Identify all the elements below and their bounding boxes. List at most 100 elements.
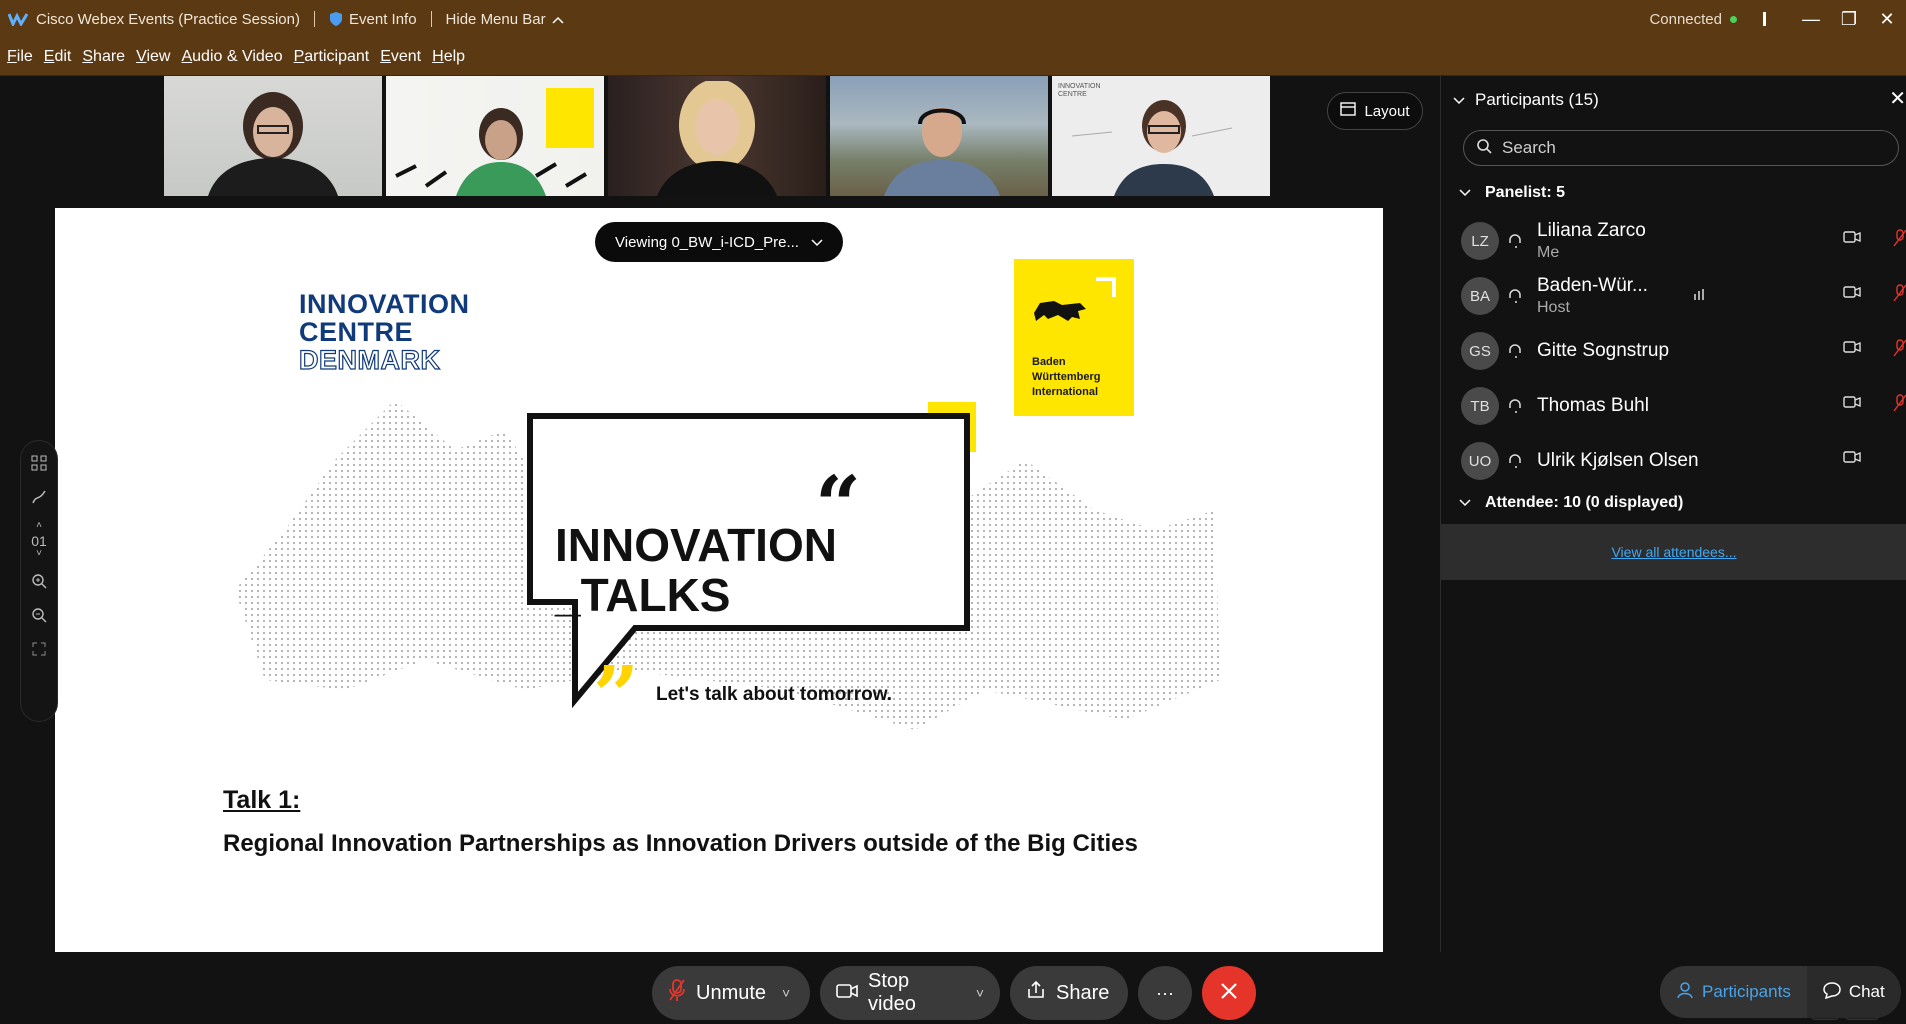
mic-muted-icon[interactable]: [1893, 283, 1906, 308]
view-all-attendees-link[interactable]: View all attendees...: [1611, 544, 1736, 560]
title-bar: Cisco Webex Events (Practice Session) Ev…: [0, 0, 1906, 38]
icd-logo-line: CENTRE: [299, 317, 414, 347]
video-tile[interactable]: [164, 76, 382, 196]
share-label: Share: [1056, 981, 1110, 1004]
video-tile[interactable]: [608, 76, 826, 196]
mic-muted-icon: [668, 978, 686, 1008]
hide-menu-label: Hide Menu Bar: [445, 10, 546, 28]
layout-button[interactable]: Layout: [1327, 92, 1423, 130]
menu-help[interactable]: Help: [432, 48, 465, 66]
avatar: TB: [1461, 387, 1499, 425]
video-camera-icon[interactable]: [1843, 340, 1861, 359]
menu-audio-video[interactable]: Audio & Video: [181, 48, 282, 66]
video-camera-icon[interactable]: [1843, 285, 1861, 304]
unmute-button[interactable]: Unmute ˅: [652, 966, 810, 1020]
tab-participants-label: Participants: [1702, 982, 1791, 1001]
chevron-up-icon: [552, 11, 564, 28]
avatar: BA: [1461, 277, 1499, 315]
chevron-down-icon: [1459, 494, 1471, 512]
chevron-down-icon: [1459, 184, 1471, 202]
restore-button[interactable]: ❐: [1830, 0, 1868, 38]
search-input[interactable]: [1502, 138, 1882, 158]
participant-video: [395, 88, 594, 196]
tab-chat[interactable]: Chat: [1807, 966, 1901, 1018]
minimize-button[interactable]: —: [1792, 0, 1830, 38]
menu-view[interactable]: View: [136, 48, 170, 66]
svg-text:CENTRE: CENTRE: [1058, 91, 1087, 98]
viewing-dropdown[interactable]: Viewing 0_BW_i-ICD_Pre...: [595, 222, 843, 262]
page-down-icon[interactable]: ˅: [29, 548, 49, 559]
video-camera-icon[interactable]: [1843, 230, 1861, 249]
lion-icon: [1034, 277, 1116, 321]
participant-row[interactable]: BA Baden-Wür... Host: [1461, 269, 1906, 323]
menu-file[interactable]: File: [7, 48, 33, 66]
more-options-button[interactable]: ···: [1138, 966, 1192, 1020]
fit-screen-icon[interactable]: [29, 639, 49, 659]
menu-edit[interactable]: Edit: [44, 48, 72, 66]
chevron-down-icon[interactable]: ˅: [976, 985, 984, 1001]
close-icon: [1220, 980, 1238, 1006]
participant-role: Host: [1537, 299, 1570, 316]
share-button[interactable]: Share: [1010, 966, 1128, 1020]
video-camera-icon[interactable]: [1843, 450, 1861, 469]
attendee-group-header[interactable]: Attendee: 10 (0 displayed): [1459, 494, 1683, 512]
page-up-icon[interactable]: ˄: [29, 520, 49, 531]
video-tile[interactable]: [386, 76, 604, 196]
video-camera-icon: [836, 982, 858, 1005]
connected-dot-icon: [1730, 15, 1737, 23]
shield-icon: [329, 11, 343, 27]
zoom-out-icon[interactable]: [29, 605, 49, 625]
talks-title-line: _TALKS: [555, 569, 731, 621]
video-tile[interactable]: INNOVATION CENTRE: [1052, 76, 1270, 196]
icd-logo-line: DENMARK: [298, 345, 441, 375]
participant-name: Ulrik Kjølsen Olsen: [1537, 450, 1699, 471]
unmute-label: Unmute: [696, 981, 767, 1004]
webex-logo-icon: [8, 11, 28, 27]
menu-share[interactable]: Share: [82, 48, 125, 66]
participant-role: Me: [1537, 244, 1560, 261]
menu-event[interactable]: Event: [380, 48, 421, 66]
participant-row[interactable]: TB Thomas Buhl: [1461, 379, 1906, 433]
participants-header[interactable]: Participants (15): [1453, 90, 1599, 110]
panel-tabs: Participants Chat: [1660, 966, 1901, 1018]
talks-title-line: INNOVATION: [555, 519, 837, 571]
headset-icon: [1507, 343, 1527, 359]
tab-participants[interactable]: Participants: [1660, 966, 1807, 1018]
event-info-label: Event Info: [349, 10, 417, 28]
video-camera-icon[interactable]: [1843, 395, 1861, 414]
icd-logo-line: INNOVATION: [299, 289, 470, 319]
close-window-button[interactable]: ✕: [1868, 0, 1906, 38]
zoom-in-icon[interactable]: [29, 571, 49, 591]
grid-icon[interactable]: [29, 453, 49, 473]
shared-content: Viewing 0_BW_i-ICD_Pre... INNOVATION CEN…: [55, 208, 1383, 952]
menu-participant[interactable]: Participant: [294, 48, 370, 66]
close-icon[interactable]: ✕: [1889, 86, 1906, 111]
annotate-pen-icon[interactable]: [29, 487, 49, 507]
event-info-button[interactable]: Event Info: [329, 11, 417, 28]
hide-menu-bar-button[interactable]: Hide Menu Bar: [446, 11, 564, 28]
attendee-group-label: Attendee: 10 (0 displayed): [1485, 494, 1684, 511]
connection-status: Connected: [1649, 10, 1722, 28]
share-icon: [1026, 980, 1046, 1006]
participant-row[interactable]: UO Ulrik Kjølsen Olsen: [1461, 434, 1901, 488]
mic-muted-icon[interactable]: [1893, 338, 1906, 363]
meeting-controls: Unmute ˅ Stop video ˅ Share ···: [652, 966, 1256, 1020]
avatar: GS: [1461, 332, 1499, 370]
panelist-group-header[interactable]: Panelist: 5: [1459, 184, 1565, 202]
participant-name: Gitte Sognstrup: [1537, 340, 1670, 361]
mic-muted-icon[interactable]: [1893, 393, 1906, 418]
svg-text:INNOVATION: INNOVATION: [1058, 83, 1101, 90]
tagline: Let's talk about tomorrow.: [656, 684, 893, 705]
mic-muted-icon[interactable]: [1893, 228, 1906, 253]
leave-meeting-button[interactable]: [1202, 966, 1256, 1020]
chevron-down-icon[interactable]: ˅: [782, 985, 790, 1001]
participants-title: Participants (15): [1475, 90, 1599, 109]
bw-logo-line: Baden: [1032, 356, 1066, 368]
participant-video: [208, 92, 338, 196]
video-tile[interactable]: [830, 76, 1048, 196]
participant-search[interactable]: [1463, 130, 1899, 166]
participant-row[interactable]: GS Gitte Sognstrup: [1461, 324, 1906, 378]
participant-row[interactable]: LZ Liliana Zarco Me: [1461, 214, 1906, 268]
innovation-talks-title: INNOVATION _TALKS: [555, 520, 837, 620]
stop-video-button[interactable]: Stop video ˅: [820, 966, 1000, 1020]
